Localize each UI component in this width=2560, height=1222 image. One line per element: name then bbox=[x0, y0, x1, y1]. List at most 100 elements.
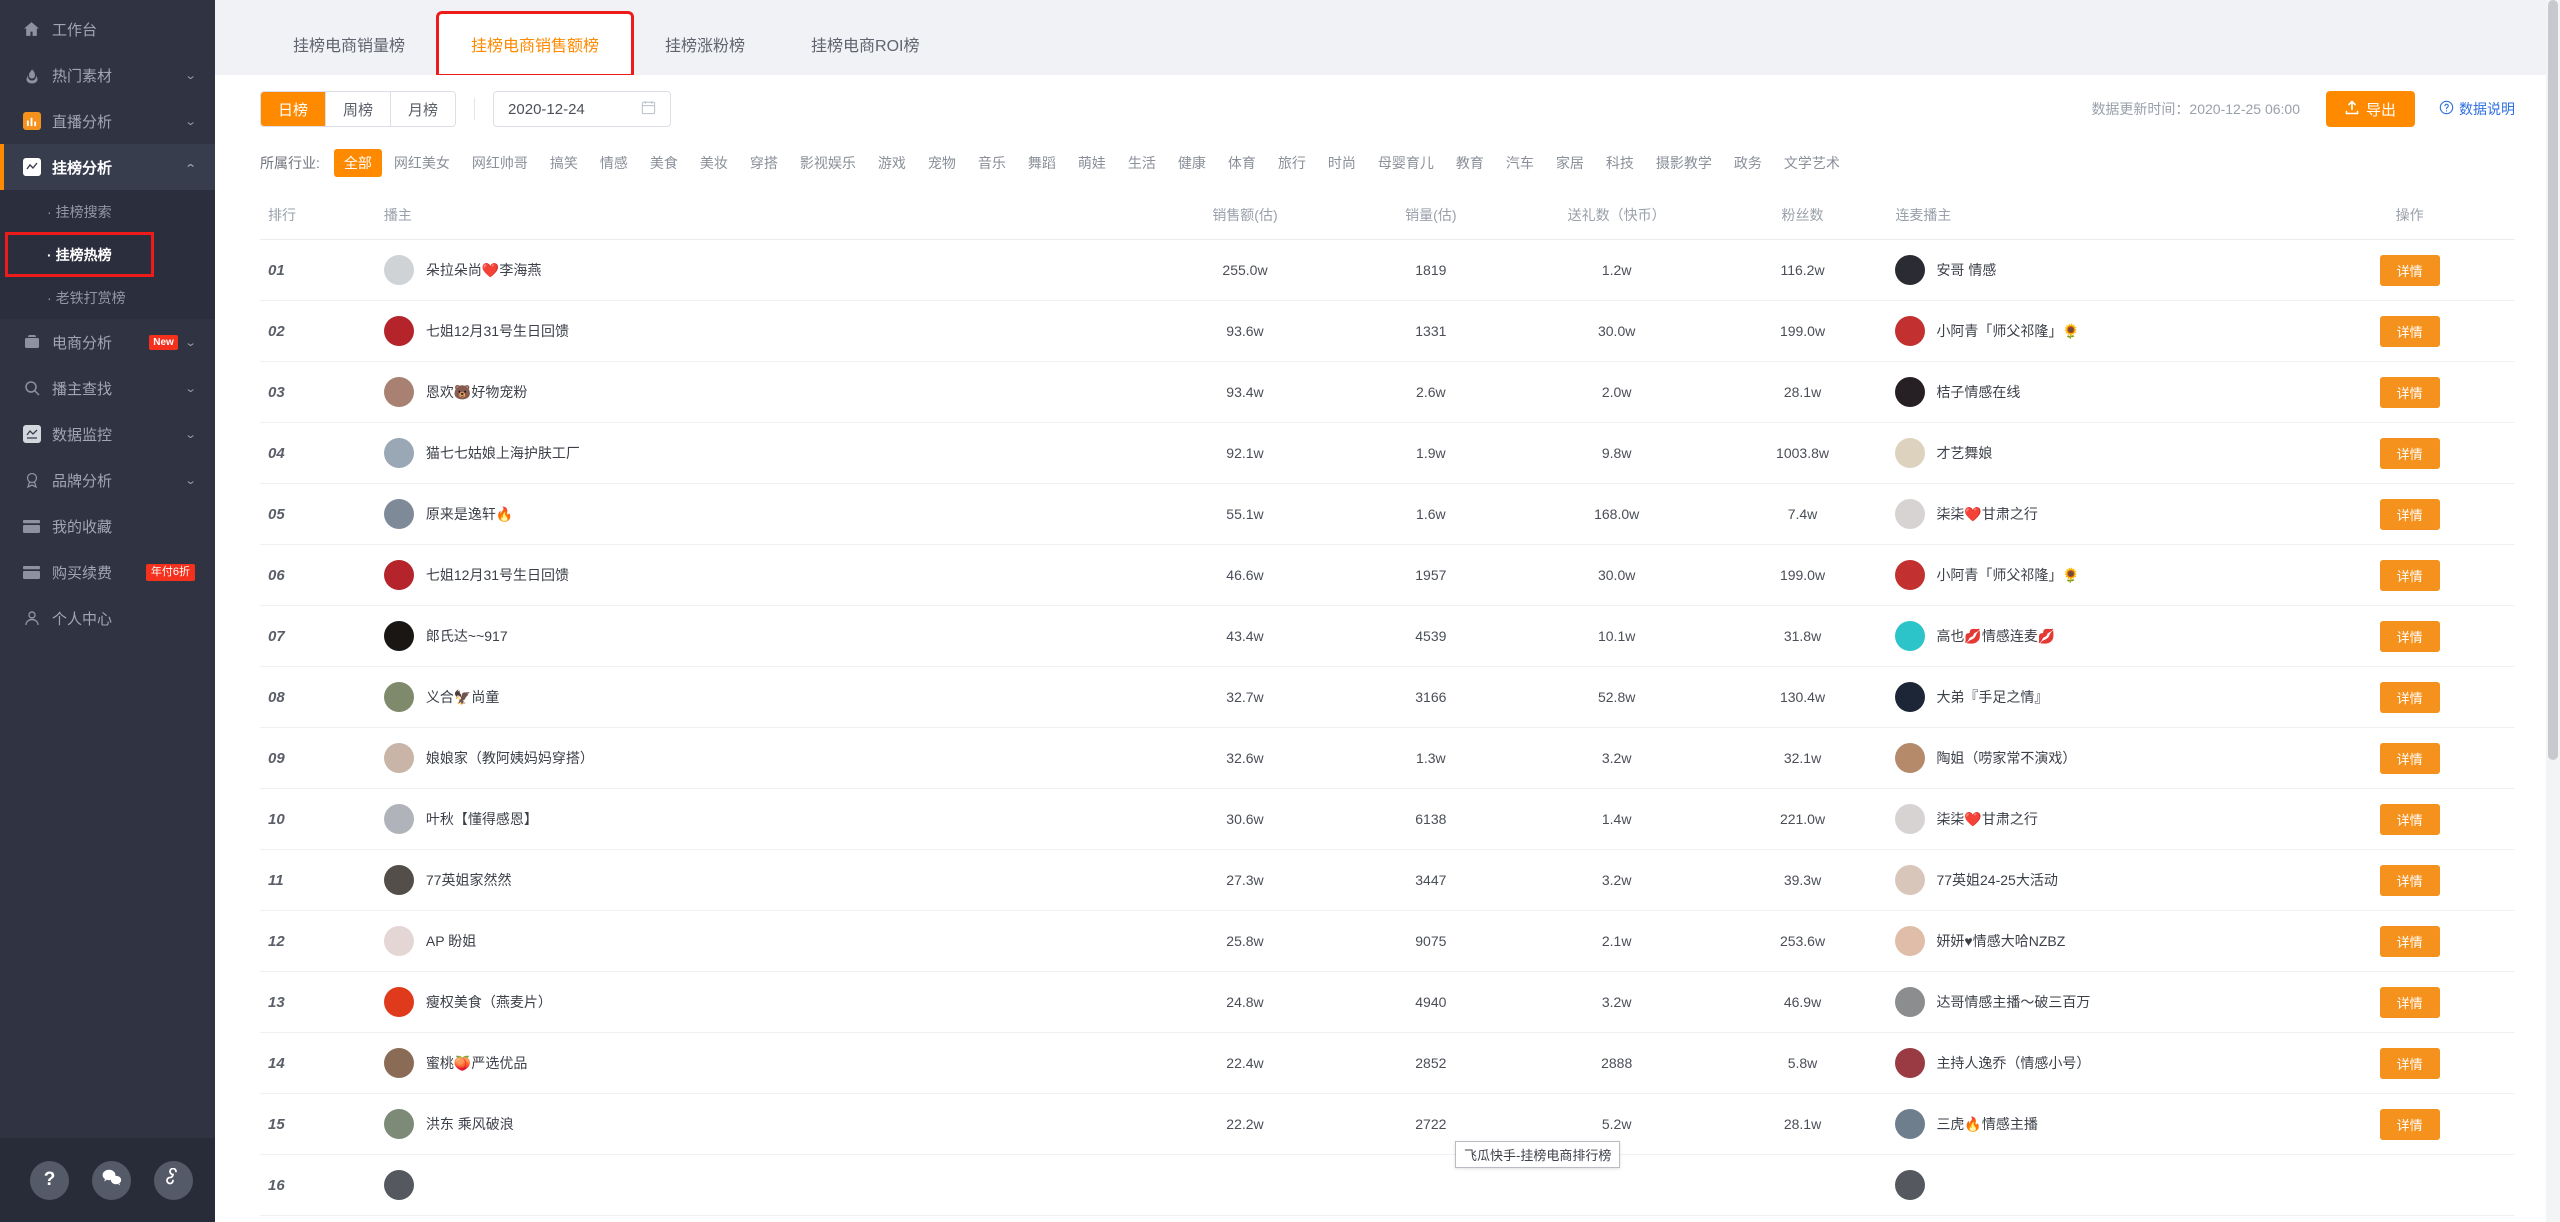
period-segmented-control[interactable]: 日榜 周榜 月榜 bbox=[260, 91, 457, 127]
sidebar-item-reward-rank[interactable]: · 老铁打赏榜 bbox=[0, 276, 215, 319]
table-row[interactable]: 05 原来是逸轩🔥 55.1w 1.6w 168.0w 7.4w 柒柒❤️甘肃之行 详情 bbox=[260, 483, 2515, 545]
sidebar-item-hot-material[interactable]: 热门素材 ⌄ bbox=[0, 52, 215, 98]
table-row[interactable]: 08 义合🦅尚童 32.7w 3166 52.8w 130.4w 大弟『手足之情』 详情 bbox=[260, 666, 2515, 728]
detail-button[interactable]: 详情 bbox=[2379, 864, 2440, 896]
cell-cohost[interactable]: 妍妍♥情感大哈NZBZ bbox=[1895, 910, 2305, 972]
cell-host[interactable]: 77英姐家然然 bbox=[383, 849, 1153, 911]
detail-button[interactable]: 详情 bbox=[2379, 559, 2440, 591]
table-row[interactable]: 14 蜜桃🍑严选优品 22.4w 2852 2888 5.8w 主持人逸乔（情感小号） 详情 bbox=[260, 1032, 2515, 1094]
sidebar-item-rank-analysis[interactable]: 挂榜分析 ⌄ bbox=[0, 144, 215, 190]
industry-chip[interactable]: 舞蹈 bbox=[1018, 149, 1066, 177]
detail-button[interactable]: 详情 bbox=[2379, 376, 2440, 408]
cell-host[interactable] bbox=[383, 1154, 1153, 1216]
detail-button[interactable]: 详情 bbox=[2379, 1108, 2440, 1140]
detail-button[interactable]: 详情 bbox=[2379, 498, 2440, 530]
cell-cohost[interactable]: 三虎🔥情感主播 bbox=[1895, 1093, 2305, 1155]
cell-host[interactable]: 义合🦅尚童 bbox=[383, 666, 1153, 728]
industry-chip[interactable]: 情感 bbox=[590, 149, 638, 177]
sidebar-item-personal-center[interactable]: 个人中心 bbox=[0, 595, 215, 641]
help-button[interactable]: ? bbox=[30, 1160, 69, 1200]
cell-host[interactable]: 瘦权美食（燕麦片） bbox=[383, 971, 1153, 1033]
industry-chip[interactable]: 美妆 bbox=[690, 149, 738, 177]
cell-cohost[interactable]: 大弟『手足之情』 bbox=[1895, 666, 2305, 728]
detail-button[interactable]: 详情 bbox=[2379, 986, 2440, 1018]
cell-host[interactable]: AP 盼姐 bbox=[383, 910, 1153, 972]
detail-button[interactable]: 详情 bbox=[2379, 437, 2440, 469]
sidebar-item-workbench[interactable]: 工作台 bbox=[0, 6, 215, 52]
industry-chip[interactable]: 科技 bbox=[1596, 149, 1644, 177]
sidebar-item-live-analysis[interactable]: 直播分析 ⌄ bbox=[0, 98, 215, 144]
industry-chip[interactable]: 美食 bbox=[640, 149, 688, 177]
sidebar-item-ecommerce-analysis[interactable]: 电商分析 New ⌄ bbox=[0, 319, 215, 365]
industry-chip[interactable]: 搞笑 bbox=[540, 149, 588, 177]
cell-host[interactable]: 叶秋【懂得感恩】 bbox=[383, 788, 1153, 850]
tab-ecommerce-roi[interactable]: 挂榜电商ROI榜 bbox=[778, 13, 952, 75]
data-description-link[interactable]: 数据说明 bbox=[2439, 99, 2515, 119]
cell-host[interactable]: 恩欢🐻好物宠粉 bbox=[383, 361, 1153, 423]
table-row[interactable]: 04 猫七七姑娘上海护肤工厂 92.1w 1.9w 9.8w 1003.8w 才艺舞娘 详情 bbox=[260, 422, 2515, 484]
sidebar-item-brand-analysis[interactable]: 品牌分析 ⌄ bbox=[0, 457, 215, 503]
detail-button[interactable]: 详情 bbox=[2379, 620, 2440, 652]
cell-cohost[interactable]: 柒柒❤️甘肃之行 bbox=[1895, 788, 2305, 850]
industry-chip[interactable]: 母婴育儿 bbox=[1368, 149, 1444, 177]
industry-chip[interactable]: 音乐 bbox=[968, 149, 1016, 177]
cell-host[interactable]: 七姐12月31号生日回馈 bbox=[383, 544, 1153, 606]
link-button[interactable] bbox=[154, 1160, 193, 1200]
cell-host[interactable]: 原来是逸轩🔥 bbox=[383, 483, 1153, 545]
industry-chip[interactable]: 教育 bbox=[1446, 149, 1494, 177]
period-option-weekly[interactable]: 周榜 bbox=[326, 92, 392, 126]
industry-chip[interactable]: 影视娱乐 bbox=[790, 149, 866, 177]
cell-host[interactable]: 蜜桃🍑严选优品 bbox=[383, 1032, 1153, 1094]
sidebar-item-purchase-renew[interactable]: 购买续费 年付6折 bbox=[0, 549, 215, 595]
table-row[interactable]: 03 恩欢🐻好物宠粉 93.4w 2.6w 2.0w 28.1w 桔子情感在线 详情 bbox=[260, 361, 2515, 423]
cell-host[interactable]: 朵拉朵尚❤️李海燕 bbox=[383, 239, 1153, 301]
cell-cohost[interactable]: 陶姐（唠家常不演戏） bbox=[1895, 727, 2305, 789]
industry-chip[interactable]: 萌娃 bbox=[1068, 149, 1116, 177]
table-row[interactable]: 11 77英姐家然然 27.3w 3447 3.2w 39.3w 77英姐24-25大活动 详… bbox=[260, 849, 2515, 911]
industry-chip[interactable]: 时尚 bbox=[1318, 149, 1366, 177]
industry-chip[interactable]: 生活 bbox=[1118, 149, 1166, 177]
industry-chip-all[interactable]: 全部 bbox=[333, 149, 382, 177]
cell-cohost[interactable] bbox=[1895, 1154, 2305, 1216]
tab-ecommerce-sales[interactable]: 挂榜电商销售额榜 bbox=[436, 11, 635, 77]
table-row[interactable]: 02 七姐12月31号生日回馈 93.6w 1331 30.0w 199.0w 小阿青「师父… bbox=[260, 300, 2515, 362]
table-row[interactable]: 10 叶秋【懂得感恩】 30.6w 6138 1.4w 221.0w 柒柒❤️甘肃之行 详情 bbox=[260, 788, 2515, 850]
scrollbar-thumb[interactable] bbox=[2548, 0, 2558, 760]
table-row[interactable]: 16 bbox=[260, 1154, 2515, 1216]
industry-chip[interactable]: 政务 bbox=[1724, 149, 1772, 177]
cell-cohost[interactable]: 才艺舞娘 bbox=[1895, 422, 2305, 484]
cell-host[interactable]: 洪东 乘风破浪 bbox=[383, 1093, 1153, 1155]
table-row[interactable]: 15 洪东 乘风破浪 22.2w 2722 5.2w 28.1w 三虎🔥情感主播 详情 bbox=[260, 1093, 2515, 1155]
industry-chip[interactable]: 网红帅哥 bbox=[462, 149, 538, 177]
industry-chip[interactable]: 网红美女 bbox=[384, 149, 460, 177]
cell-cohost[interactable]: 桔子情感在线 bbox=[1895, 361, 2305, 423]
sidebar-item-host-search[interactable]: 播主查找 ⌄ bbox=[0, 365, 215, 411]
sidebar-item-rank-hot[interactable]: · 挂榜热榜 bbox=[5, 232, 154, 277]
tab-ecommerce-volume[interactable]: 挂榜电商销量榜 bbox=[260, 13, 438, 75]
industry-chip[interactable]: 摄影教学 bbox=[1646, 149, 1722, 177]
tab-fan-growth[interactable]: 挂榜涨粉榜 bbox=[632, 13, 778, 75]
detail-button[interactable]: 详情 bbox=[2379, 742, 2440, 774]
cell-host[interactable]: 郎氏达~~917 bbox=[383, 605, 1153, 667]
industry-chip[interactable]: 健康 bbox=[1168, 149, 1216, 177]
cell-cohost[interactable]: 安哥 情感 bbox=[1895, 239, 2305, 301]
cell-cohost[interactable]: 小阿青「师父祁隆」🌻 bbox=[1895, 300, 2305, 362]
cell-host[interactable]: 七姐12月31号生日回馈 bbox=[383, 300, 1153, 362]
cell-cohost[interactable]: 达哥情感主播～破三百万 bbox=[1895, 971, 2305, 1033]
table-row[interactable]: 12 AP 盼姐 25.8w 9075 2.1w 253.6w 妍妍♥情感大哈NZBZ 详情 bbox=[260, 910, 2515, 972]
detail-button[interactable]: 详情 bbox=[2379, 254, 2440, 286]
industry-chip[interactable]: 体育 bbox=[1218, 149, 1266, 177]
industry-chip[interactable]: 旅行 bbox=[1268, 149, 1316, 177]
cell-cohost[interactable]: 主持人逸乔（情感小号） bbox=[1895, 1032, 2305, 1094]
period-option-daily[interactable]: 日榜 bbox=[261, 92, 327, 126]
period-option-monthly[interactable]: 月榜 bbox=[391, 92, 456, 126]
industry-chip[interactable]: 穿搭 bbox=[740, 149, 788, 177]
detail-button[interactable]: 详情 bbox=[2379, 925, 2440, 957]
table-row[interactable]: 06 七姐12月31号生日回馈 46.6w 1957 30.0w 199.0w 小阿青「师父… bbox=[260, 544, 2515, 606]
industry-chip[interactable]: 文学艺术 bbox=[1774, 149, 1850, 177]
table-row[interactable]: 01 朵拉朵尚❤️李海燕 255.0w 1819 1.2w 116.2w 安哥 情感 详情 bbox=[260, 239, 2515, 301]
cell-cohost[interactable]: 小阿青「师父祁隆」🌻 bbox=[1895, 544, 2305, 606]
detail-button[interactable]: 详情 bbox=[2379, 803, 2440, 835]
cell-host[interactable]: 娘娘家（教阿姨妈妈穿搭） bbox=[383, 727, 1153, 789]
detail-button[interactable]: 详情 bbox=[2379, 681, 2440, 713]
